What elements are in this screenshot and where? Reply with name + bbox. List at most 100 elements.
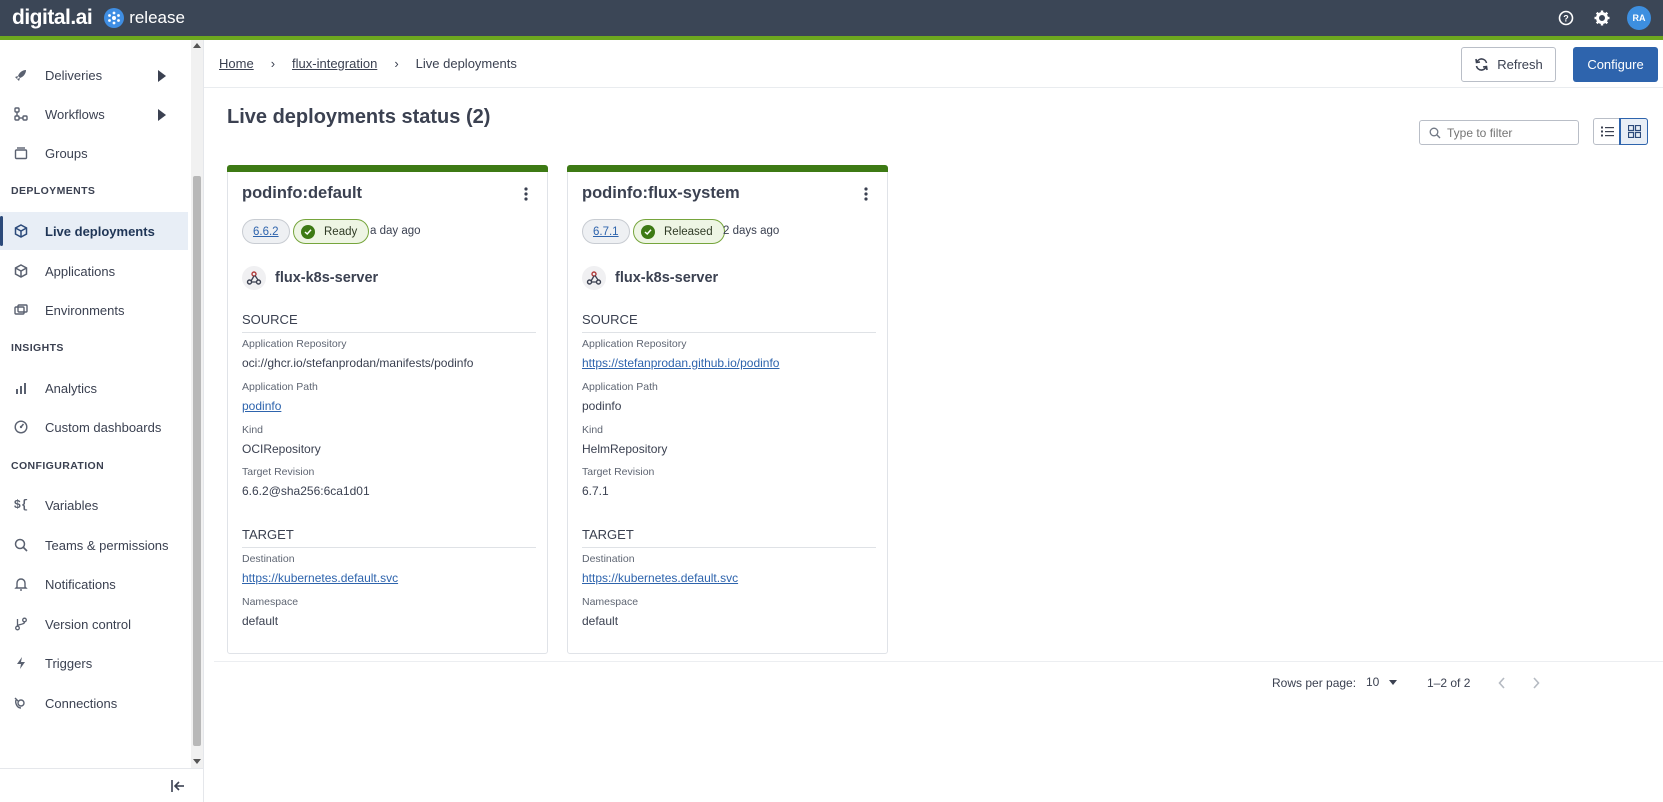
sidebar-item-label: Live deployments bbox=[45, 223, 155, 239]
card-status-bar bbox=[567, 165, 888, 172]
check-circle-icon bbox=[301, 224, 315, 239]
release-logo-icon bbox=[104, 8, 125, 28]
card-title: podinfo:default bbox=[242, 184, 363, 202]
sidebar-item-templates-partial[interactable] bbox=[0, 40, 188, 52]
breadcrumb-home[interactable]: Home bbox=[219, 56, 254, 71]
sidebar-item-notifications[interactable]: Notifications bbox=[0, 565, 188, 603]
filter-field[interactable] bbox=[1419, 120, 1579, 145]
caret-down-icon bbox=[1389, 679, 1398, 685]
field-label: Destination bbox=[582, 553, 635, 565]
version-chip[interactable]: 6.6.2 bbox=[242, 219, 290, 244]
server-name: flux-k8s-server bbox=[275, 270, 379, 286]
expand-arrow-icon[interactable] bbox=[158, 109, 166, 121]
sidebar-item-analytics[interactable]: Analytics bbox=[0, 369, 188, 407]
app-path-value: podinfo bbox=[582, 399, 622, 413]
cube-icon bbox=[14, 224, 28, 238]
chevron-right-icon: › bbox=[394, 56, 399, 71]
app-path-link[interactable]: podinfo bbox=[242, 399, 281, 413]
chevron-right-icon: › bbox=[270, 56, 276, 71]
sidebar-item-variables[interactable]: ${ Variables bbox=[0, 486, 188, 524]
brand-logo[interactable]: digital.ai release bbox=[12, 6, 185, 30]
main-content: Home › flux-integration › Live deploymen… bbox=[204, 40, 1663, 802]
bar-chart-icon bbox=[14, 381, 28, 395]
page-title: Live deployments status (2) bbox=[227, 106, 491, 128]
list-view-icon[interactable] bbox=[1594, 119, 1620, 144]
server-info: flux-k8s-server bbox=[242, 266, 378, 290]
previous-page-icon[interactable] bbox=[1492, 673, 1512, 693]
server-name: flux-k8s-server bbox=[615, 270, 719, 286]
refresh-button[interactable]: Refresh bbox=[1461, 47, 1556, 82]
sidebar-item-label: Variables bbox=[45, 497, 99, 513]
configure-button[interactable]: Configure bbox=[1573, 47, 1658, 82]
time-ago: 2 days ago bbox=[723, 225, 780, 237]
grid-view-icon[interactable] bbox=[1619, 118, 1648, 145]
more-vertical-icon[interactable] bbox=[523, 186, 529, 202]
collapse-left-icon[interactable] bbox=[170, 779, 186, 793]
destination-link[interactable]: https://kubernetes.default.svc bbox=[582, 571, 738, 585]
sidebar-item-label: Applications bbox=[45, 263, 116, 279]
sidebar-item-label: Groups bbox=[45, 145, 88, 161]
breadcrumb-current: Live deployments bbox=[415, 56, 517, 71]
sidebar-scroll-area[interactable]: Deliveries Workflows Groups DEPLOYMENTS … bbox=[0, 40, 190, 768]
environment-icon bbox=[14, 303, 28, 317]
key-search-icon bbox=[14, 538, 28, 552]
field-label: Target Revision bbox=[242, 466, 315, 478]
namespace-value: default bbox=[582, 614, 619, 628]
destination-link[interactable]: https://kubernetes.default.svc bbox=[242, 571, 398, 585]
help-circle-icon[interactable]: ? bbox=[1555, 7, 1577, 29]
section-title-insights: INSIGHTS bbox=[11, 342, 64, 354]
view-toggle bbox=[1593, 118, 1648, 145]
sidebar-item-version-control[interactable]: Version control bbox=[0, 605, 188, 643]
card-title: podinfo:flux-system bbox=[582, 184, 740, 202]
template-icon bbox=[14, 40, 28, 47]
brand-name: digital.ai bbox=[12, 6, 93, 29]
deployment-card[interactable]: podinfo:flux-system 6.7.1 Released 2 day… bbox=[567, 165, 888, 654]
product-name: release bbox=[129, 8, 185, 27]
version-chip[interactable]: 6.7.1 bbox=[582, 219, 630, 244]
rocket-icon bbox=[14, 68, 28, 82]
sidebar-item-label: Connections bbox=[45, 695, 118, 711]
sidebar-item-connections[interactable]: Connections bbox=[0, 684, 188, 722]
kind-value: HelmRepository bbox=[582, 442, 668, 456]
filter-input[interactable] bbox=[1447, 125, 1577, 140]
sidebar-item-environments[interactable]: Environments bbox=[0, 291, 188, 329]
sidebar-item-label: Teams & permissions bbox=[45, 537, 169, 553]
app-repo-link[interactable]: https://stefanprodan.github.io/podinfo bbox=[582, 356, 779, 370]
section-title-configuration: CONFIGURATION bbox=[11, 460, 105, 472]
sidebar-item-label: Triggers bbox=[45, 655, 93, 671]
sidebar-item-label: Version control bbox=[45, 616, 131, 632]
sidebar-item-label: Environments bbox=[45, 302, 125, 318]
field-label: Application Path bbox=[582, 381, 658, 393]
divider bbox=[242, 547, 536, 548]
bell-icon bbox=[14, 577, 28, 591]
user-avatar[interactable]: RA bbox=[1627, 6, 1651, 30]
svg-text:?: ? bbox=[1563, 14, 1569, 24]
expand-arrow-icon[interactable] bbox=[158, 70, 166, 82]
sidebar-item-live-deployments[interactable]: Live deployments bbox=[0, 212, 188, 250]
cube-icon bbox=[14, 264, 28, 278]
sidebar-item-teams-permissions[interactable]: Teams & permissions bbox=[0, 526, 188, 564]
more-vertical-icon[interactable] bbox=[863, 186, 869, 202]
app-repo-value: oci://ghcr.io/stefanprodan/manifests/pod… bbox=[242, 356, 474, 370]
server-info: flux-k8s-server bbox=[582, 266, 718, 290]
sidebar-item-custom-dashboards[interactable]: Custom dashboards bbox=[0, 408, 188, 446]
status-label: Released bbox=[664, 225, 713, 238]
field-label: Namespace bbox=[582, 596, 639, 608]
field-label: Destination bbox=[242, 553, 295, 565]
sidebar-item-groups[interactable]: Groups bbox=[0, 134, 188, 172]
gear-icon[interactable] bbox=[1591, 7, 1613, 29]
scroll-up-arrow-icon[interactable] bbox=[193, 43, 201, 48]
next-page-icon[interactable] bbox=[1526, 673, 1546, 693]
refresh-label: Refresh bbox=[1497, 57, 1543, 72]
scroll-down-arrow-icon[interactable] bbox=[193, 759, 201, 764]
sidebar-scrollbar-thumb[interactable] bbox=[193, 176, 201, 746]
sidebar-item-workflows[interactable]: Workflows bbox=[0, 95, 188, 133]
breadcrumb-folder[interactable]: flux-integration bbox=[292, 56, 377, 71]
sidebar-item-deliveries[interactable]: Deliveries bbox=[0, 56, 188, 94]
deployment-card[interactable]: podinfo:default 6.6.2 Ready a day ago fl… bbox=[227, 165, 548, 654]
sidebar-item-applications[interactable]: Applications bbox=[0, 252, 188, 290]
rows-per-page-select[interactable]: 10 bbox=[1366, 675, 1398, 689]
divider bbox=[582, 547, 876, 548]
divider bbox=[242, 332, 536, 333]
sidebar-item-triggers[interactable]: Triggers bbox=[0, 644, 188, 682]
